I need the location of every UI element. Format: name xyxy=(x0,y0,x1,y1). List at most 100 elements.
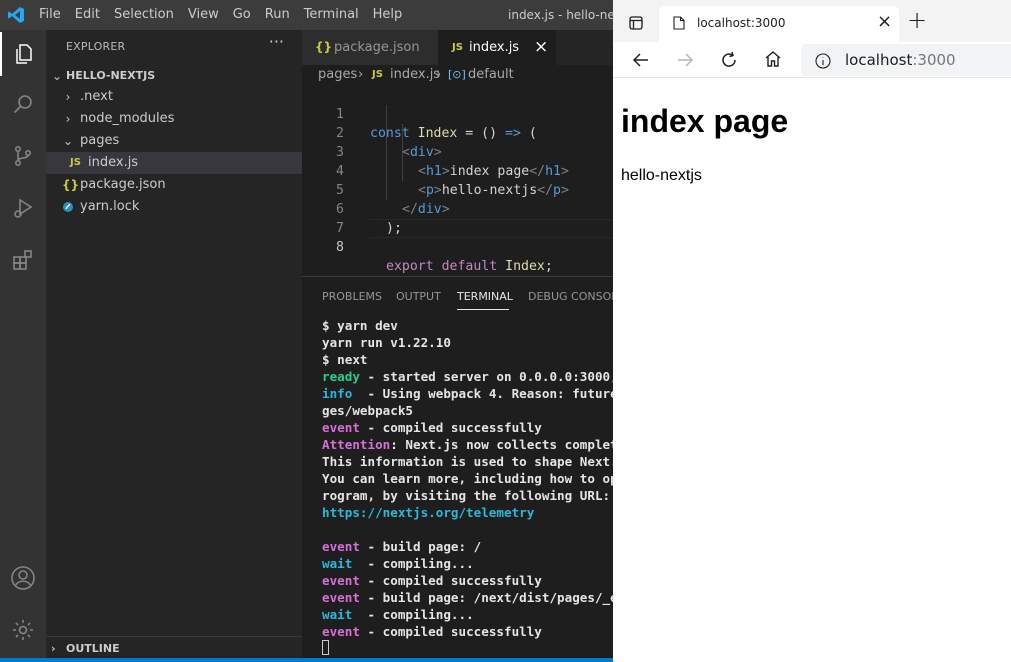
tree-item-package-json[interactable]: {} package.json xyxy=(46,174,302,196)
tab-problems[interactable]: PROBLEMS xyxy=(322,290,382,303)
tree-item-index-js[interactable]: JS index.js xyxy=(46,152,302,174)
terminal-prefix: event xyxy=(322,624,360,639)
tab-package-json[interactable]: {} package.json xyxy=(302,30,438,65)
menu-view[interactable]: View xyxy=(181,0,226,30)
terminal-line: ready - started server on 0.0.0.0:3000, … xyxy=(322,368,613,385)
tab-output[interactable]: OUTPUT xyxy=(396,290,441,303)
browser-tab-title: localhost:3000 xyxy=(697,16,786,30)
code-editor[interactable]: 1 const Index = () => ( 2 <div> 3 <h1>in… xyxy=(302,86,613,276)
menu-go[interactable]: Go xyxy=(226,0,258,30)
terminal-text: rogram, by visiting the following URL: xyxy=(322,488,611,503)
terminal-prefix: event xyxy=(322,420,360,435)
explorer-title: EXPLORER xyxy=(66,40,126,53)
terminal-prefix: event xyxy=(322,539,360,554)
json-file-icon: {} xyxy=(62,178,80,192)
terminal-text: yarn run v1.22.10 xyxy=(322,335,451,350)
tree-item-node-modules[interactable]: › node_modules xyxy=(46,108,302,130)
breadcrumb-symbol[interactable]: default xyxy=(468,65,514,85)
breadcrumb-folder[interactable]: pages xyxy=(318,65,357,85)
back-icon[interactable] xyxy=(631,50,651,74)
terminal-line: info - Using webpack 4. Reason: future.w… xyxy=(322,385,613,402)
home-icon[interactable] xyxy=(763,49,783,73)
address-host: localhost xyxy=(845,51,913,69)
code-token: ; xyxy=(544,259,553,274)
menu-file[interactable]: File xyxy=(32,0,68,30)
tab-terminal[interactable]: TERMINAL xyxy=(457,290,513,303)
js-file-icon: JS xyxy=(372,69,383,80)
search-icon[interactable] xyxy=(0,82,46,126)
terminal-text: This information is used to shape Next.j… xyxy=(322,454,613,469)
more-actions-icon[interactable]: ··· xyxy=(269,32,284,51)
terminal-line: You can learn more, including how to opt… xyxy=(322,470,613,487)
address-bar[interactable]: localhost:3000 xyxy=(801,44,1011,76)
outline-section[interactable]: › OUTLINE xyxy=(46,636,302,660)
project-root[interactable]: ⌄ HELLO-NEXTJS xyxy=(46,65,302,87)
terminal-line: $ next xyxy=(322,351,613,368)
chevron-right-icon: › xyxy=(358,67,364,82)
bottom-panel: PROBLEMS OUTPUT TERMINAL DEBUG CONSOLE $… xyxy=(302,276,624,658)
chevron-right-icon: › xyxy=(436,67,442,82)
code-line: 6 ); xyxy=(302,181,613,236)
address-port: :3000 xyxy=(912,51,956,69)
forward-icon xyxy=(675,50,695,74)
menu-selection[interactable]: Selection xyxy=(107,0,181,30)
terminal-line: https://nextjs.org/telemetry xyxy=(322,504,613,521)
browser-tab-bar: localhost:3000 × + xyxy=(613,0,1011,42)
code-token: export xyxy=(386,259,434,274)
close-icon[interactable]: × xyxy=(534,30,548,65)
new-tab-button[interactable]: + xyxy=(907,6,927,34)
terminal-line: This information is used to shape Next.j… xyxy=(322,453,613,470)
terminal-line: event - compiled successfully xyxy=(322,623,613,640)
tab-label: index.js xyxy=(469,40,520,55)
tree-item-label: .next xyxy=(80,89,113,104)
extensions-icon[interactable] xyxy=(0,238,46,282)
editor-tabs: {} package.json JS index.js × xyxy=(302,30,613,65)
line-number: 8 xyxy=(336,240,344,255)
terminal-text: - compiled successfully xyxy=(359,624,542,639)
code-token: default xyxy=(441,259,498,274)
tree-item-yarn-lock[interactable]: yarn.lock xyxy=(46,196,302,218)
menu-edit[interactable]: Edit xyxy=(68,0,107,30)
close-tab-icon[interactable]: × xyxy=(877,11,892,32)
terminal-link[interactable]: https://nextjs.org/telemetry xyxy=(322,505,534,520)
info-icon[interactable] xyxy=(815,53,831,73)
tab-debug-console[interactable]: DEBUG CONSOLE xyxy=(528,290,624,303)
source-control-icon[interactable] xyxy=(0,134,46,178)
menu-run[interactable]: Run xyxy=(258,0,297,30)
terminal-prefix: event xyxy=(322,590,360,605)
tab-actions-icon[interactable] xyxy=(629,16,643,34)
breadcrumb-file[interactable]: index.js xyxy=(390,65,440,85)
chevron-down-icon: ⌄ xyxy=(51,69,63,83)
terminal-prefix: Attention xyxy=(322,437,391,452)
terminal-text: - compiling... xyxy=(352,607,474,622)
browser-window: localhost:3000 × + localhost:3000 index … xyxy=(613,0,1011,662)
code-token: Index xyxy=(505,259,545,274)
tab-index-js[interactable]: JS index.js × xyxy=(438,30,556,65)
terminal-line: event - compiled successfully xyxy=(322,572,613,589)
menu-terminal[interactable]: Terminal xyxy=(297,0,366,30)
terminal-prefix: wait xyxy=(322,607,353,622)
terminal-line: wait - compiling... xyxy=(322,606,613,623)
terminal-line: wait - compiling... xyxy=(322,555,613,572)
tree-item-label: pages xyxy=(80,133,120,148)
code-line: 8 export default Index; xyxy=(302,219,613,274)
tree-item-next[interactable]: › .next xyxy=(46,86,302,108)
account-icon[interactable] xyxy=(0,556,46,600)
tree-item-label: node_modules xyxy=(80,111,175,126)
terminal-line: event - build page: / xyxy=(322,538,613,555)
terminal-prefix: ready xyxy=(322,369,360,384)
code-line: 7 xyxy=(302,200,613,236)
vscode-titlebar: File Edit Selection View Go Run Terminal… xyxy=(0,0,626,30)
terminal-output[interactable]: $ yarn dev yarn run v1.22.10 $ next ready -… xyxy=(322,317,613,657)
run-debug-icon[interactable] xyxy=(0,186,46,230)
browser-tab[interactable]: localhost:3000 × xyxy=(659,6,899,42)
menu-help[interactable]: Help xyxy=(366,0,410,30)
tree-item-pages[interactable]: ⌄ pages xyxy=(46,130,302,152)
terminal-text: ges/webpack5 xyxy=(322,403,413,418)
explorer-icon[interactable] xyxy=(0,32,46,76)
page-paragraph: hello-nextjs xyxy=(621,167,702,184)
tree-item-label: yarn.lock xyxy=(80,199,140,214)
settings-gear-icon[interactable] xyxy=(0,608,46,652)
refresh-icon[interactable] xyxy=(719,50,739,74)
